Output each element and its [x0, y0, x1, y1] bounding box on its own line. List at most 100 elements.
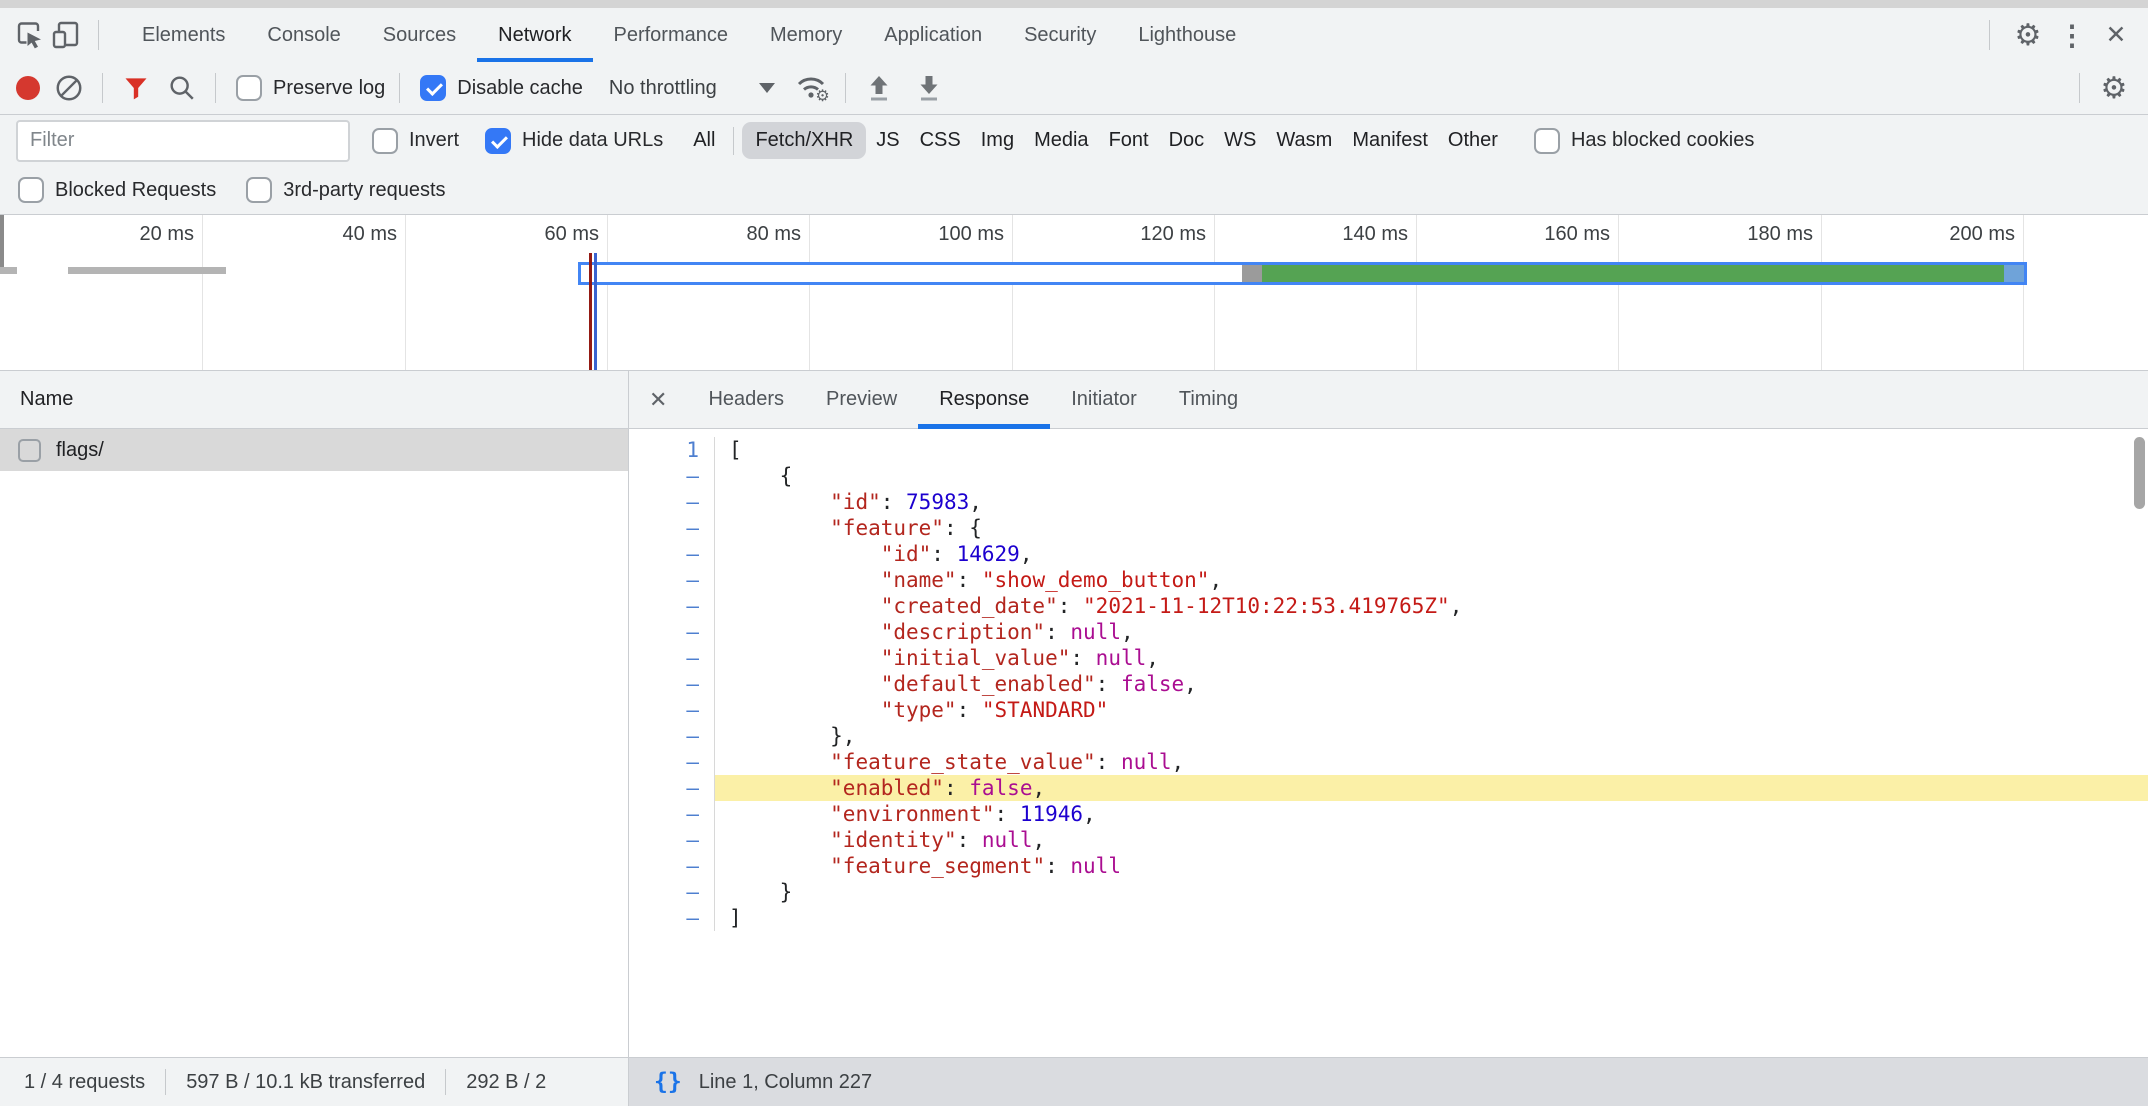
device-toolbar-icon[interactable] — [48, 17, 84, 53]
has-blocked-cookies-label: Has blocked cookies — [1571, 129, 1754, 152]
grid-line — [809, 215, 810, 370]
line-number: – — [629, 801, 715, 827]
throttling-select[interactable]: No throttling — [609, 77, 717, 100]
preserve-log-toggle[interactable]: Preserve log — [236, 75, 385, 101]
filter-type-img[interactable]: Img — [971, 122, 1024, 159]
code-line: – "feature": { — [629, 515, 2148, 541]
search-icon[interactable] — [163, 69, 201, 107]
separator — [445, 1069, 446, 1095]
tick-label: 180 ms — [1663, 223, 1813, 246]
filter-type-other[interactable]: Other — [1438, 122, 1508, 159]
network-settings-gear-icon[interactable]: ⚙ — [2094, 68, 2134, 108]
line-content: "id": 14629, — [715, 541, 2148, 567]
request-name: flags/ — [56, 439, 104, 462]
detail-tab-preview[interactable]: Preview — [805, 371, 918, 428]
code-line: – "identity": null, — [629, 827, 2148, 853]
blocked-requests-checkbox[interactable] — [18, 177, 44, 203]
tab-sources[interactable]: Sources — [362, 8, 477, 62]
blocked-requests-label: Blocked Requests — [55, 179, 216, 202]
filter-type-all[interactable]: All — [683, 122, 725, 159]
network-conditions-icon[interactable]: ⚙ — [791, 68, 831, 108]
filter-funnel-icon[interactable] — [117, 69, 155, 107]
tab-application[interactable]: Application — [863, 8, 1003, 62]
detail-tab-initiator[interactable]: Initiator — [1050, 371, 1158, 428]
detail-tab-timing[interactable]: Timing — [1158, 371, 1259, 428]
disable-cache-checkbox[interactable] — [420, 75, 446, 101]
network-summary-bar: 1 / 4 requests 597 B / 10.1 kB transferr… — [0, 1057, 629, 1106]
tab-performance[interactable]: Performance — [593, 8, 750, 62]
grid-line — [1821, 215, 1822, 370]
response-code-viewer[interactable]: 1[– {– "id": 75983,– "feature": {– "id":… — [629, 429, 2148, 1057]
line-number: – — [629, 905, 715, 931]
filter-type-fetch-xhr[interactable]: Fetch/XHR — [742, 122, 866, 159]
tab-network[interactable]: Network — [477, 8, 592, 62]
line-number: – — [629, 645, 715, 671]
third-party-checkbox[interactable] — [246, 177, 272, 203]
close-detail-icon[interactable]: ✕ — [629, 387, 687, 413]
preserve-log-checkbox[interactable] — [236, 75, 262, 101]
code-line: – { — [629, 463, 2148, 489]
pretty-print-icon: {} — [654, 1069, 682, 1095]
invert-checkbox[interactable] — [372, 128, 398, 154]
name-column-header[interactable]: Name — [0, 371, 628, 429]
filter-type-doc[interactable]: Doc — [1159, 122, 1215, 159]
disable-cache-toggle[interactable]: Disable cache — [420, 75, 583, 101]
line-content: "default_enabled": false, — [715, 671, 2148, 697]
hide-data-urls-toggle[interactable]: Hide data URLs — [485, 128, 663, 154]
code-line: – "initial_value": null, — [629, 645, 2148, 671]
filter-type-manifest[interactable]: Manifest — [1342, 122, 1438, 159]
scrollbar-thumb[interactable] — [2134, 437, 2145, 509]
third-party-toggle[interactable]: 3rd-party requests — [246, 177, 445, 203]
clear-icon[interactable] — [50, 69, 88, 107]
tab-elements[interactable]: Elements — [121, 8, 246, 62]
separator — [1989, 20, 1990, 50]
table-row[interactable]: flags/ — [0, 429, 628, 471]
request-detail-panel: ✕ HeadersPreviewResponseInitiatorTiming … — [629, 371, 2148, 1057]
tick-label: 200 ms — [1865, 223, 2015, 246]
filter-type-wasm[interactable]: Wasm — [1266, 122, 1342, 159]
line-content: "created_date": "2021-11-12T10:22:53.419… — [715, 593, 2148, 619]
code-line: – "id": 14629, — [629, 541, 2148, 567]
chevron-down-icon[interactable] — [759, 83, 775, 93]
filter-type-ws[interactable]: WS — [1214, 122, 1266, 159]
close-devtools-icon[interactable]: ✕ — [2096, 15, 2136, 55]
bar-segment-end — [2004, 265, 2024, 282]
line-number: – — [629, 879, 715, 905]
line-number: – — [629, 463, 715, 489]
line-number: – — [629, 723, 715, 749]
code-line: – "description": null, — [629, 619, 2148, 645]
panel-tabs: ElementsConsoleSourcesNetworkPerformance… — [121, 8, 1257, 62]
filter-type-media[interactable]: Media — [1024, 122, 1098, 159]
tick-label: 140 ms — [1258, 223, 1408, 246]
record-button[interactable] — [16, 76, 40, 100]
filter-type-font[interactable]: Font — [1099, 122, 1159, 159]
preserve-log-label: Preserve log — [273, 77, 385, 100]
transferred-size: 597 B / 10.1 kB transferred — [186, 1071, 425, 1094]
separator — [98, 20, 99, 50]
network-toolbar: Preserve log Disable cache No throttling… — [0, 62, 2148, 115]
settings-gear-icon[interactable]: ⚙ — [2008, 15, 2048, 55]
hide-data-urls-checkbox[interactable] — [485, 128, 511, 154]
export-har-icon[interactable] — [910, 69, 948, 107]
tab-memory[interactable]: Memory — [749, 8, 863, 62]
filter-input[interactable] — [16, 120, 350, 162]
more-options-icon[interactable]: ⋮ — [2052, 15, 2092, 55]
tab-security[interactable]: Security — [1003, 8, 1117, 62]
tab-console[interactable]: Console — [246, 8, 361, 62]
request-row-checkbox[interactable] — [18, 439, 41, 462]
detail-tab-headers[interactable]: Headers — [687, 371, 805, 428]
separator — [399, 73, 400, 103]
line-content: "feature": { — [715, 515, 2148, 541]
filter-type-css[interactable]: CSS — [910, 122, 971, 159]
detail-tab-response[interactable]: Response — [918, 371, 1050, 428]
grid-line — [1214, 215, 1215, 370]
timeline-overview[interactable]: 20 ms40 ms60 ms80 ms100 ms120 ms140 ms16… — [0, 215, 2148, 371]
inspect-element-icon[interactable] — [12, 17, 48, 53]
has-blocked-cookies-checkbox[interactable] — [1534, 128, 1560, 154]
invert-toggle[interactable]: Invert — [372, 128, 459, 154]
tab-lighthouse[interactable]: Lighthouse — [1117, 8, 1257, 62]
filter-type-js[interactable]: JS — [866, 122, 909, 159]
has-blocked-cookies-toggle[interactable]: Has blocked cookies — [1534, 128, 1754, 154]
blocked-requests-toggle[interactable]: Blocked Requests — [18, 177, 216, 203]
import-har-icon[interactable] — [860, 69, 898, 107]
